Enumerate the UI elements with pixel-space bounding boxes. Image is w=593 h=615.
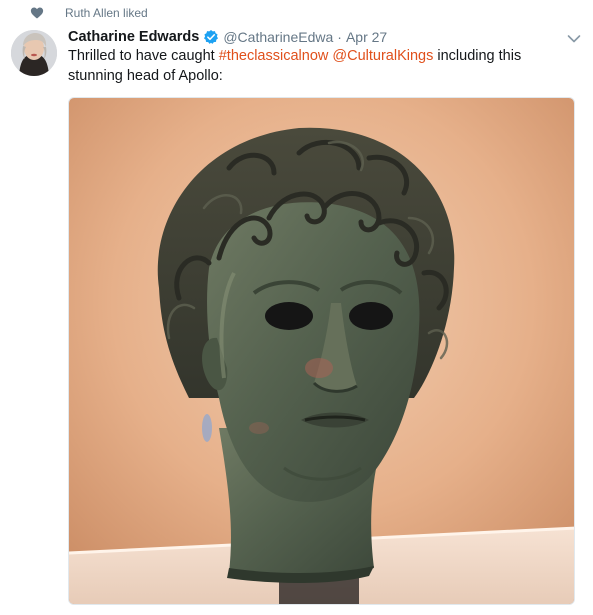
tweet-header: Catharine Edwards @CatharineEdwa · Apr 2… bbox=[68, 26, 583, 48]
tweet-card[interactable]: Ruth Allen liked Catharine Edwards @Cath… bbox=[0, 0, 593, 615]
social-context-label: Ruth Allen liked bbox=[65, 6, 148, 20]
author-name[interactable]: Catharine Edwards bbox=[68, 29, 199, 45]
hashtag-link[interactable]: #theclassicalnow bbox=[219, 48, 329, 64]
tweet-photo[interactable] bbox=[68, 97, 575, 605]
verified-badge-icon bbox=[203, 29, 219, 45]
avatar[interactable] bbox=[11, 30, 57, 76]
author-handle[interactable]: @CatharineEdwa bbox=[223, 29, 333, 45]
header-separator: · bbox=[337, 29, 342, 45]
heart-icon bbox=[30, 6, 44, 20]
mention-link[interactable]: @CulturalKings bbox=[332, 48, 433, 64]
tweet-text: Thrilled to have caught #theclassicalnow… bbox=[68, 46, 578, 86]
tweet-date[interactable]: Apr 27 bbox=[346, 29, 387, 45]
social-context: Ruth Allen liked bbox=[30, 4, 148, 22]
chevron-down-icon[interactable] bbox=[567, 31, 581, 43]
tweet-text-lead: Thrilled to have caught bbox=[68, 48, 219, 64]
bronze-head-photo bbox=[69, 98, 574, 604]
